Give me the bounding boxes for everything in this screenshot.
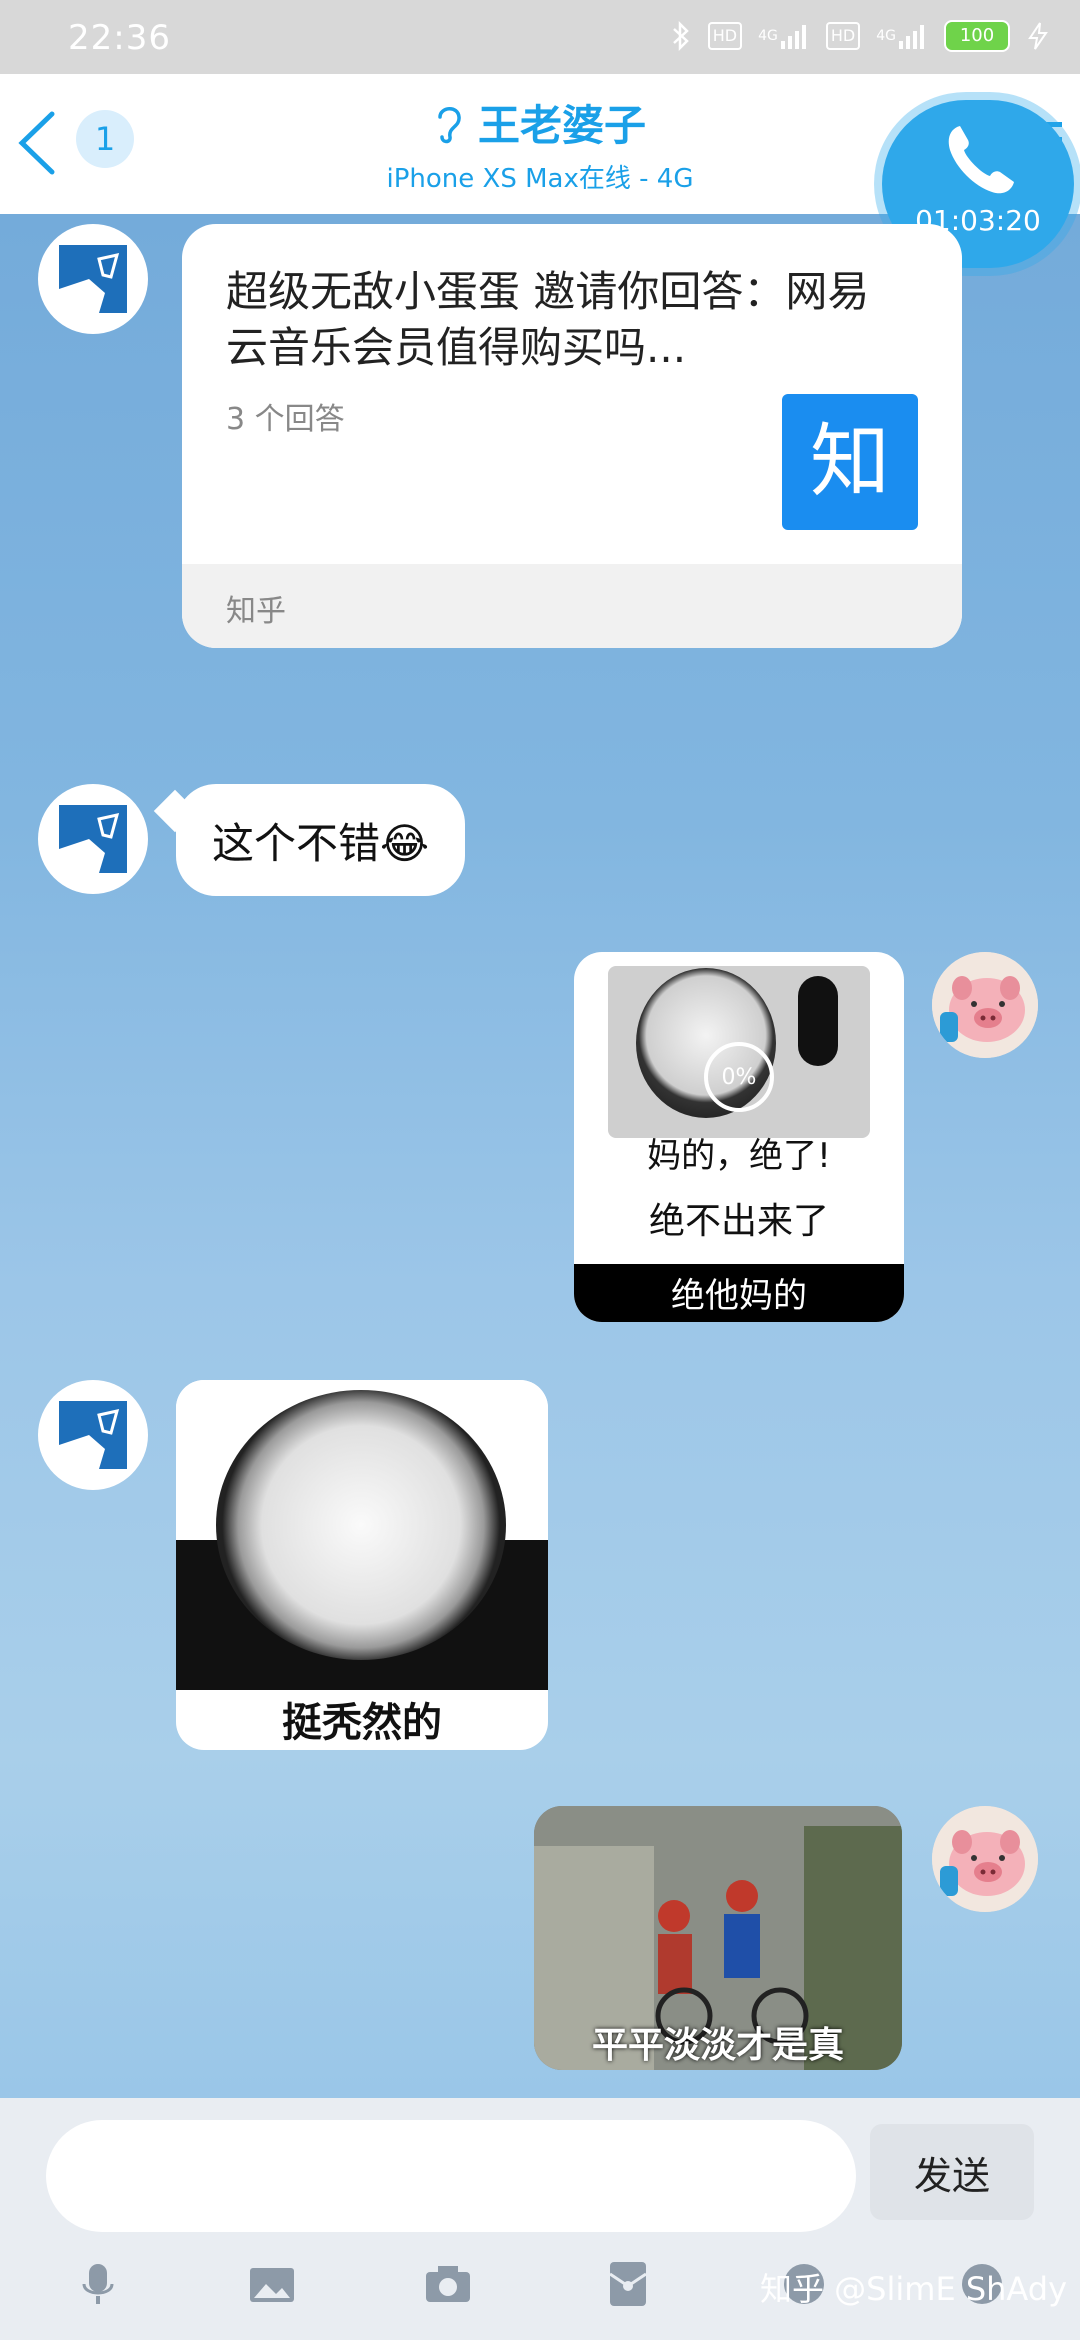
network-label: 4G bbox=[758, 28, 778, 44]
sticker-caption-bar: 绝他妈的 bbox=[574, 1264, 904, 1322]
message-input[interactable] bbox=[46, 2120, 856, 2232]
sent-gif[interactable]: 平平淡淡才是真 bbox=[534, 1806, 902, 2070]
card-footer: 知乎 bbox=[182, 564, 962, 648]
contact-avatar[interactable] bbox=[38, 1380, 148, 1490]
contact-name: 王老婆子 bbox=[477, 101, 646, 150]
progress-text: 0% bbox=[721, 1064, 757, 1090]
my-avatar[interactable] bbox=[932, 1806, 1038, 1912]
avatar-logo-icon bbox=[59, 1408, 120, 1469]
phone-icon bbox=[948, 126, 1014, 194]
image-icon[interactable] bbox=[248, 2260, 296, 2308]
contact-avatar[interactable] bbox=[38, 224, 148, 334]
status-time: 22:36 bbox=[68, 18, 171, 58]
my-avatar[interactable] bbox=[932, 952, 1038, 1058]
zhihu-logo: 知 bbox=[782, 394, 918, 530]
bluetooth-icon bbox=[670, 21, 692, 51]
sticker-line-2: 绝不出来了 bbox=[648, 1201, 829, 1242]
received-sticker[interactable]: 挺秃然的 bbox=[176, 1380, 548, 1750]
hd-badge: HD bbox=[707, 22, 743, 50]
card-title: 超级无敌小蛋蛋 邀请你回答：网易云音乐会员值得购买吗... bbox=[226, 267, 870, 372]
pig-avatar-icon bbox=[932, 952, 1038, 1058]
battery-icon: 100 bbox=[944, 20, 1010, 52]
card-answer-count: 3 个回答 bbox=[226, 402, 345, 437]
microphone-icon[interactable] bbox=[74, 2260, 122, 2308]
card-source: 知乎 bbox=[226, 594, 286, 629]
sticker-line-3: 绝他妈的 bbox=[671, 1276, 807, 1316]
contact-avatar[interactable] bbox=[38, 784, 148, 894]
gif-caption: 平平淡淡才是真 bbox=[591, 2025, 844, 2066]
text-message[interactable]: 这个不错😂 bbox=[176, 784, 466, 896]
signal-icon: 4G bbox=[758, 21, 810, 51]
avatar-logo-icon bbox=[59, 812, 120, 873]
zhihu-share-card[interactable]: 超级无敌小蛋蛋 邀请你回答：网易云音乐会员值得购买吗... 3 个回答 知 知乎 bbox=[182, 224, 962, 648]
sticker-image bbox=[176, 1380, 548, 1690]
hd-badge-2: HD bbox=[825, 22, 861, 50]
status-icons: HD 4G HD 4G 100 bbox=[670, 20, 1050, 52]
signal-icon-2: 4G bbox=[876, 21, 928, 51]
chat-title[interactable]: 王老婆子 bbox=[434, 92, 646, 153]
status-bar: 22:36 HD 4G HD 4G 100 bbox=[0, 0, 1080, 74]
sticker-caption: 挺秃然的 bbox=[282, 1700, 442, 1746]
send-button[interactable]: 发送 bbox=[870, 2124, 1034, 2220]
pig-avatar-icon bbox=[932, 1806, 1038, 1912]
watermark: 知乎 @SlimE ShAdy bbox=[760, 2270, 1068, 2308]
sticker-line-1: 妈的，绝了! bbox=[647, 1136, 831, 1176]
red-packet-icon[interactable] bbox=[604, 2260, 652, 2308]
sent-sticker-1[interactable]: 0% 妈的，绝了! 绝不出来了 绝他妈的 bbox=[574, 952, 904, 1322]
loading-progress: 0% bbox=[704, 1042, 774, 1112]
network-label-2: 4G bbox=[876, 28, 896, 44]
ear-icon bbox=[438, 106, 461, 143]
charging-icon bbox=[1026, 21, 1050, 51]
avatar-logo-icon bbox=[59, 252, 120, 313]
camera-icon[interactable] bbox=[424, 2260, 472, 2308]
